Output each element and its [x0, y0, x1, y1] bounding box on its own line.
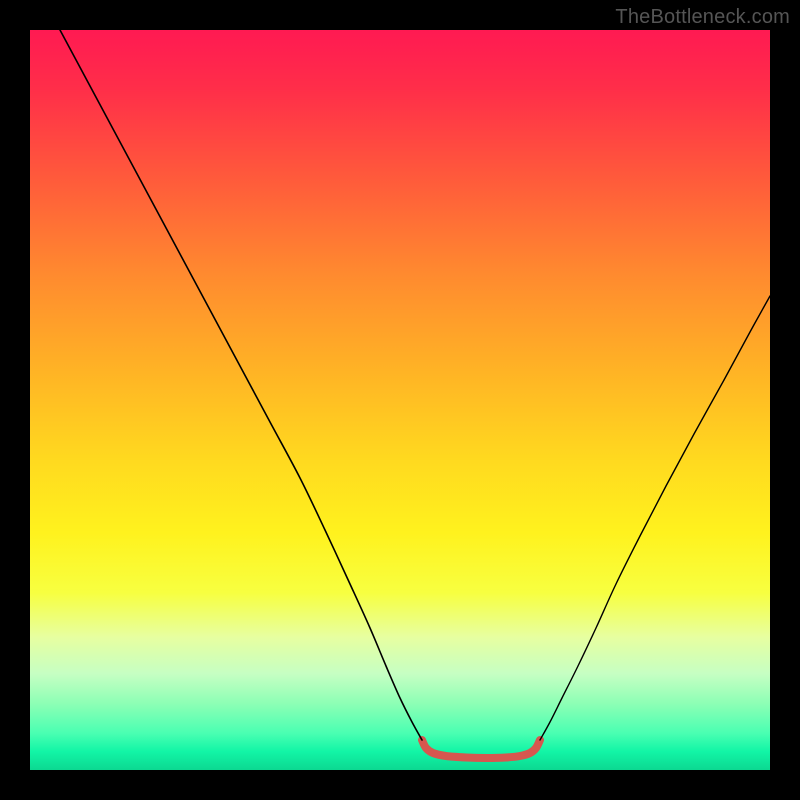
plot-area — [30, 30, 770, 770]
watermark-text: TheBottleneck.com — [615, 6, 790, 29]
right-ascent-curve — [540, 296, 770, 740]
left-descent-curve — [60, 30, 422, 740]
curve-layer — [30, 30, 770, 770]
chart-frame: TheBottleneck.com — [0, 0, 800, 800]
valley-marker — [422, 740, 540, 758]
